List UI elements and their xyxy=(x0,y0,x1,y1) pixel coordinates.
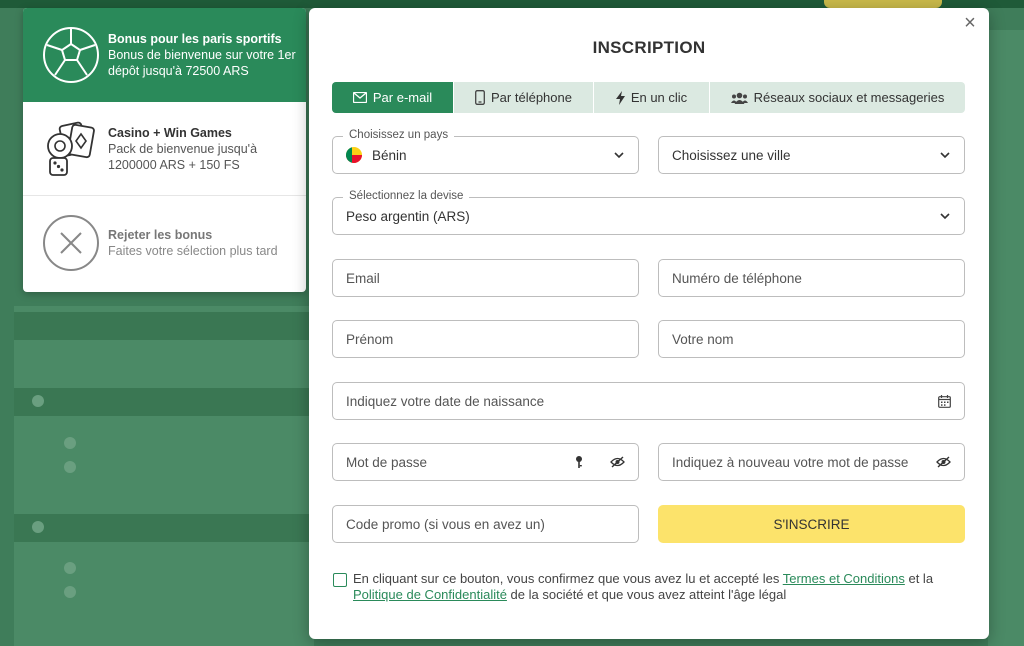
bg-dot xyxy=(32,521,44,533)
currency-label: Sélectionnez la devise xyxy=(343,190,470,202)
users-icon xyxy=(730,92,748,104)
bonus-description: Faites votre sélection plus tard xyxy=(108,244,278,258)
password-confirm-field[interactable]: Indiquez à nouveau votre mot de passe xyxy=(658,443,965,481)
register-button[interactable]: S'INSCRIRE xyxy=(658,505,965,543)
phone-field[interactable]: Numéro de téléphone xyxy=(658,259,965,297)
modal-title: INSCRIPTION xyxy=(592,38,706,57)
lastname-field[interactable]: Votre nom xyxy=(658,320,965,358)
chevron-down-icon xyxy=(614,152,624,159)
phone-icon xyxy=(475,90,485,105)
tab-social[interactable]: Réseaux sociaux et messageries xyxy=(710,82,965,113)
promo-code-placeholder: Code promo (si vous en avez un) xyxy=(346,516,545,532)
close-button[interactable]: × xyxy=(959,12,981,34)
bg-right-panel xyxy=(988,30,1024,646)
tab-label: Par téléphone xyxy=(491,90,572,105)
bg-button xyxy=(824,0,942,8)
bonus-option-sports[interactable]: Bonus pour les paris sportifs Bonus de b… xyxy=(23,8,306,102)
city-placeholder: Choisissez une ville xyxy=(672,147,791,163)
consent-text-part: et la xyxy=(904,571,934,586)
envelope-icon xyxy=(352,92,367,103)
firstname-field[interactable]: Prénom xyxy=(332,320,639,358)
consent-row: En cliquant sur ce bouton, vous confirme… xyxy=(333,571,968,603)
birthdate-placeholder: Indiquez votre date de naissance xyxy=(346,393,545,409)
chevron-down-icon xyxy=(940,213,950,220)
consent-text: En cliquant sur ce bouton, vous confirme… xyxy=(353,571,968,603)
consent-text-part: En cliquant sur ce bouton, vous confirme… xyxy=(353,571,783,586)
country-select[interactable]: Choisissez un pays Bénin xyxy=(332,129,639,174)
phone-placeholder: Numéro de téléphone xyxy=(672,270,802,286)
bonus-description: Bonus de bienvenue sur votre 1er dépôt j… xyxy=(108,48,296,78)
tab-label: En un clic xyxy=(630,90,688,105)
bonus-description: Pack de bienvenue jusqu'à 1200000 ARS + … xyxy=(108,141,258,172)
terms-link[interactable]: Termes et Conditions xyxy=(783,571,905,586)
consent-checkbox[interactable] xyxy=(333,573,347,587)
key-icon[interactable] xyxy=(574,455,584,469)
casino-cards-icon xyxy=(41,119,101,179)
promo-code-field[interactable]: Code promo (si vous en avez un) xyxy=(332,505,639,543)
registration-modal: × INSCRIPTION Par e-mail Par téléphone E… xyxy=(309,8,989,639)
eye-slash-icon[interactable] xyxy=(936,456,951,468)
benin-flag-icon xyxy=(346,147,362,163)
tab-one-click[interactable]: En un clic xyxy=(594,82,710,113)
email-placeholder: Email xyxy=(346,270,380,286)
bg-league-bar-2 xyxy=(14,514,314,542)
birthdate-field[interactable]: Indiquez votre date de naissance xyxy=(332,382,965,420)
bonus-title: Casino + Win Games xyxy=(108,125,232,140)
consent-text-part: de la société et que vous avez atteint l… xyxy=(506,587,787,602)
bonus-option-casino[interactable]: Casino + Win Games Pack de bienvenue jus… xyxy=(23,102,306,196)
city-select[interactable]: Choisissez une ville xyxy=(658,136,965,174)
bonus-title: Rejeter les bonus xyxy=(108,228,213,242)
currency-value: Peso argentin (ARS) xyxy=(346,208,470,224)
bg-league-bar xyxy=(14,388,314,416)
bg-dot xyxy=(32,395,44,407)
bg-dot xyxy=(64,437,76,449)
calendar-icon[interactable] xyxy=(938,394,951,408)
bonus-selection-panel: Bonus pour les paris sportifs Bonus de b… xyxy=(23,8,306,292)
bonus-title: Bonus pour les paris sportifs xyxy=(108,32,282,46)
bg-nav-bar xyxy=(14,312,314,340)
bg-dot xyxy=(64,586,76,598)
email-field[interactable]: Email xyxy=(332,259,639,297)
tab-phone[interactable]: Par téléphone xyxy=(454,82,594,113)
tab-email[interactable]: Par e-mail xyxy=(332,82,454,113)
currency-select[interactable]: Sélectionnez la devise Peso argentin (AR… xyxy=(332,190,965,235)
country-label: Choisissez un pays xyxy=(343,129,455,141)
privacy-link[interactable]: Politique de Confidentialité xyxy=(353,587,507,602)
bonus-option-reject[interactable]: Rejeter les bonus Faites votre sélection… xyxy=(23,196,306,290)
eye-slash-icon[interactable] xyxy=(610,456,625,468)
password-placeholder: Mot de passe xyxy=(346,454,428,470)
reject-icon xyxy=(41,213,101,273)
lightning-icon xyxy=(615,90,625,105)
firstname-placeholder: Prénom xyxy=(346,331,394,347)
lastname-placeholder: Votre nom xyxy=(672,331,734,347)
password-field[interactable]: Mot de passe xyxy=(332,443,639,481)
registration-tabs: Par e-mail Par téléphone En un clic Rése… xyxy=(332,82,965,113)
tab-label: Réseaux sociaux et messageries xyxy=(753,90,945,105)
bg-dot xyxy=(64,461,76,473)
bg-sports-panel xyxy=(14,306,314,646)
chevron-down-icon xyxy=(940,152,950,159)
bg-dot xyxy=(64,562,76,574)
tab-label: Par e-mail xyxy=(372,90,433,105)
password-confirm-placeholder: Indiquez à nouveau votre mot de passe xyxy=(672,454,909,470)
soccer-ball-icon xyxy=(41,25,101,85)
country-value: Bénin xyxy=(372,147,407,163)
